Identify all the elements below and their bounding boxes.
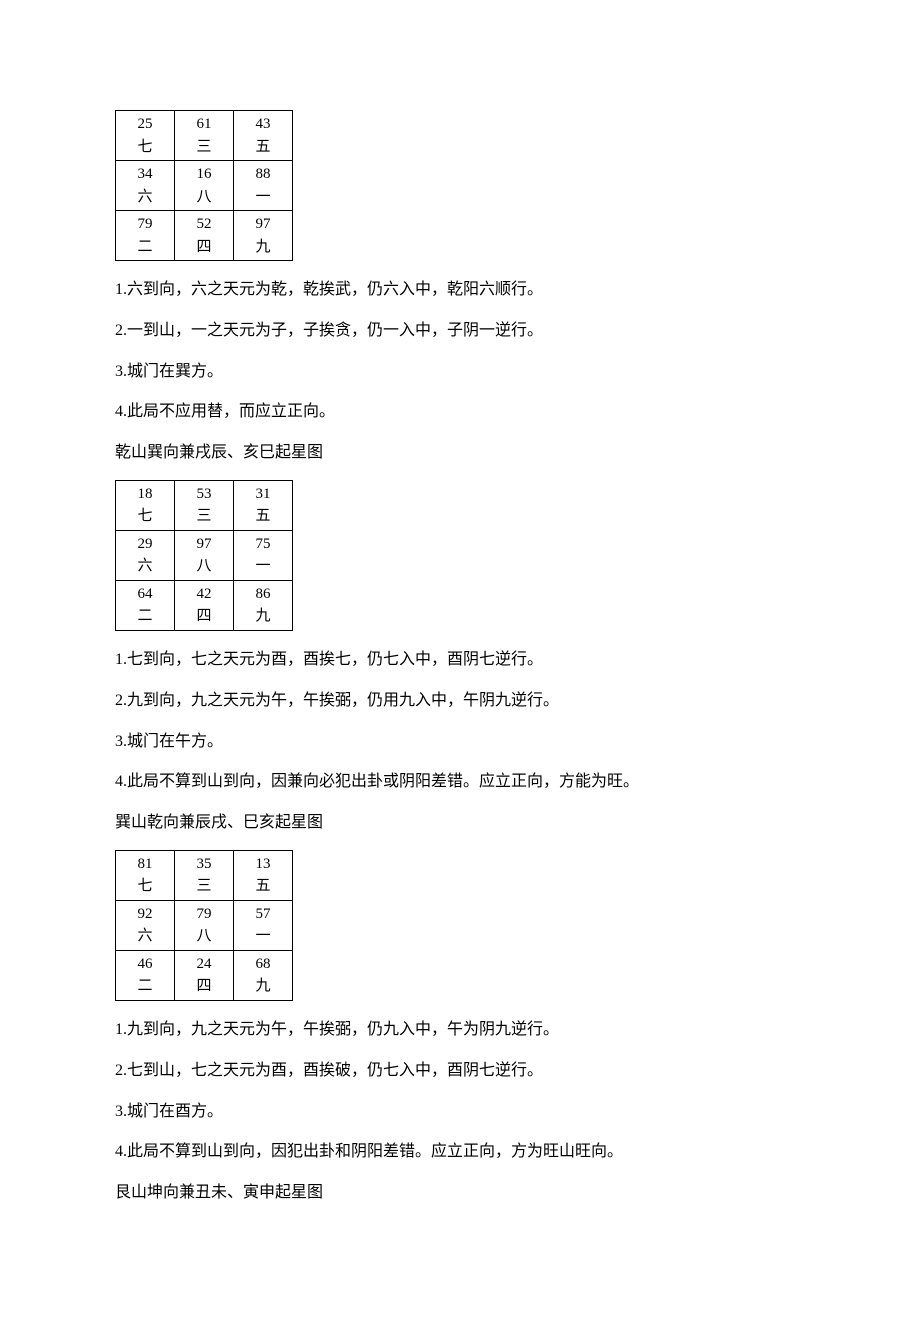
note-text: 3.城门在午方。 <box>115 728 805 757</box>
table-cell: 61三 <box>175 111 234 161</box>
note-text: 1.六到向，六之天元为乾，乾挨武，仍六入中，乾阳六顺行。 <box>115 276 805 305</box>
note-text: 3.城门在酉方。 <box>115 1098 805 1127</box>
table-cell: 75一 <box>234 530 293 580</box>
section-title: 乾山巽向兼戌辰、亥巳起星图 <box>115 439 805 468</box>
table-cell: 79八 <box>175 900 234 950</box>
table-cell: 16八 <box>175 161 234 211</box>
note-text: 2.七到山，七之天元为酉，酉挨破，仍七入中，酉阴七逆行。 <box>115 1057 805 1086</box>
table-cell: 68九 <box>234 950 293 1000</box>
star-chart-table-2: 18七 53三 31五 29六 97八 75一 64二 42四 86九 <box>115 480 293 631</box>
section-title: 艮山坤向兼丑未、寅申起星图 <box>115 1179 805 1208</box>
table-cell: 34六 <box>116 161 175 211</box>
table-cell: 43五 <box>234 111 293 161</box>
note-text: 2.一到山，一之天元为子，子挨贪，仍一入中，子阴一逆行。 <box>115 317 805 346</box>
table-cell: 81七 <box>116 850 175 900</box>
table-cell: 24四 <box>175 950 234 1000</box>
table-cell: 18七 <box>116 480 175 530</box>
table-cell: 92六 <box>116 900 175 950</box>
note-text: 4.此局不算到山到向，因兼向必犯出卦或阴阳差错。应立正向，方能为旺。 <box>115 768 805 797</box>
table-cell: 25七 <box>116 111 175 161</box>
star-chart-table-1: 25七 61三 43五 34六 16八 88一 79二 52四 97九 <box>115 110 293 261</box>
table-cell: 86九 <box>234 580 293 630</box>
table-cell: 97九 <box>234 211 293 261</box>
table-cell: 13五 <box>234 850 293 900</box>
table-cell: 29六 <box>116 530 175 580</box>
table-cell: 46二 <box>116 950 175 1000</box>
table-cell: 64二 <box>116 580 175 630</box>
table-cell: 31五 <box>234 480 293 530</box>
note-text: 1.七到向，七之天元为酉，酉挨七，仍七入中，酉阴七逆行。 <box>115 646 805 675</box>
section-title: 巽山乾向兼辰戌、巳亥起星图 <box>115 809 805 838</box>
table-cell: 79二 <box>116 211 175 261</box>
table-cell: 35三 <box>175 850 234 900</box>
note-text: 2.九到向，九之天元为午，午挨弼，仍用九入中，午阴九逆行。 <box>115 687 805 716</box>
table-cell: 42四 <box>175 580 234 630</box>
star-chart-table-3: 81七 35三 13五 92六 79八 57一 46二 24四 68九 <box>115 850 293 1001</box>
note-text: 4.此局不应用替，而应立正向。 <box>115 398 805 427</box>
table-cell: 88一 <box>234 161 293 211</box>
note-text: 3.城门在巽方。 <box>115 358 805 387</box>
table-cell: 97八 <box>175 530 234 580</box>
note-text: 1.九到向，九之天元为午，午挨弼，仍九入中，午为阴九逆行。 <box>115 1016 805 1045</box>
table-cell: 52四 <box>175 211 234 261</box>
note-text: 4.此局不算到山到向，因犯出卦和阴阳差错。应立正向，方为旺山旺向。 <box>115 1138 805 1167</box>
table-cell: 57一 <box>234 900 293 950</box>
table-cell: 53三 <box>175 480 234 530</box>
